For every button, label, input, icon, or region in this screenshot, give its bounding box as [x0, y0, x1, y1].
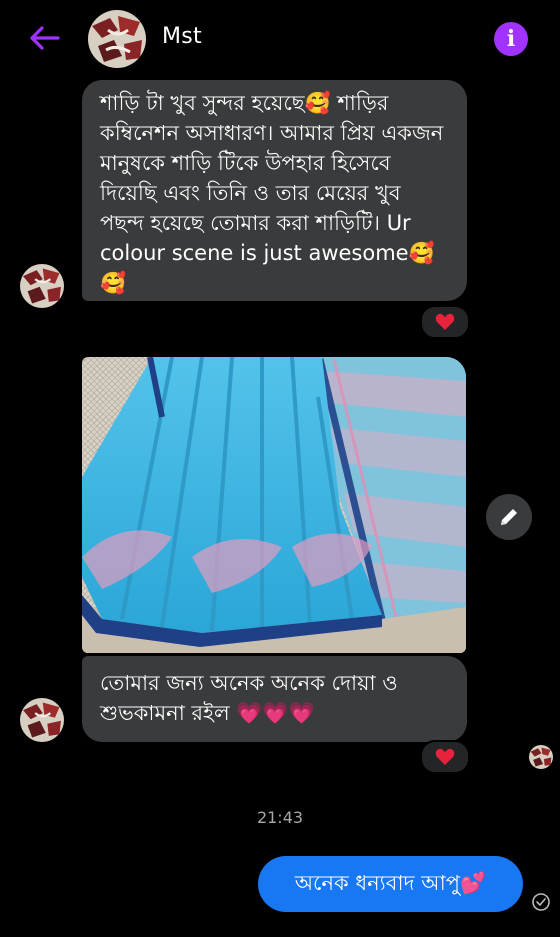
outgoing-message-bubble[interactable]: অনেক ধন্যবাদ আপু💕 — [258, 856, 523, 912]
saree-image — [82, 357, 466, 653]
sender-avatar[interactable] — [20, 698, 64, 742]
contact-name[interactable]: Mst — [162, 24, 202, 49]
back-arrow-icon — [30, 26, 60, 50]
message-reaction[interactable] — [420, 305, 470, 339]
avatar-image — [20, 698, 64, 742]
info-icon[interactable]: i — [494, 22, 528, 56]
edit-image-button[interactable] — [486, 494, 532, 540]
heart-icon — [435, 748, 455, 765]
sent-check-icon — [531, 892, 551, 912]
incoming-message-bubble[interactable]: শাড়ি টা খুব সুন্দর হয়েছে🥰 শাড়ির কম্বি… — [82, 80, 467, 301]
avatar-image — [529, 745, 553, 769]
pencil-icon — [501, 509, 517, 525]
saree-photo[interactable] — [82, 357, 466, 653]
heart-icon — [435, 313, 455, 330]
timestamp: 21:43 — [256, 808, 304, 827]
seen-indicator-avatar — [529, 745, 553, 769]
contact-avatar[interactable] — [88, 10, 146, 68]
back-button[interactable] — [24, 20, 64, 56]
sender-avatar[interactable] — [20, 264, 64, 308]
avatar-image — [88, 10, 146, 68]
avatar-image — [20, 264, 64, 308]
message-reaction[interactable] — [420, 740, 470, 774]
incoming-message-bubble[interactable]: তোমার জন্য অনেক অনেক দোয়া ও শুভকামনা রই… — [82, 656, 467, 742]
